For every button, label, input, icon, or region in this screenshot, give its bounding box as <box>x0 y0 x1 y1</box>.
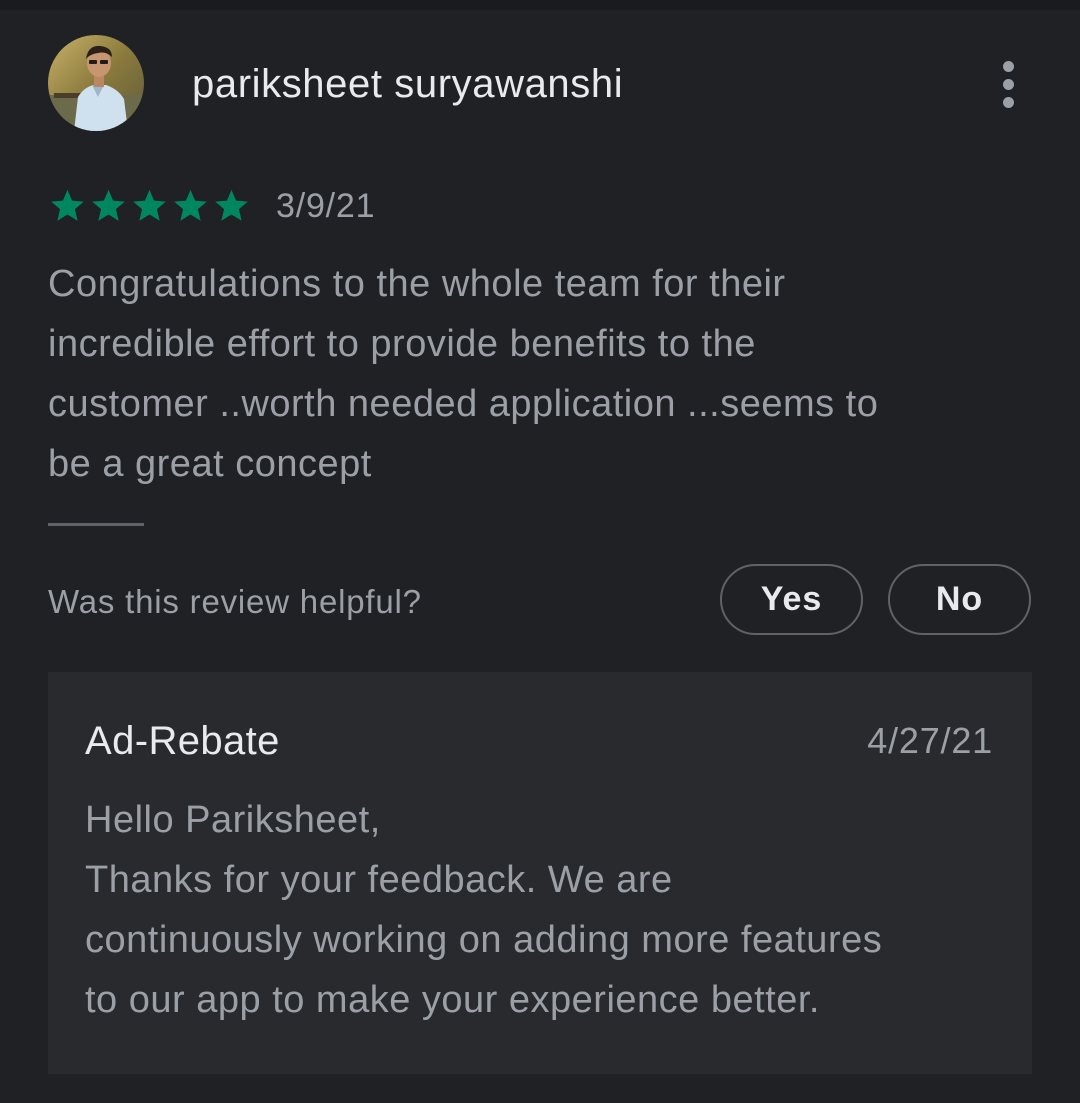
developer-name: Ad-Rebate <box>85 719 280 763</box>
review-text-line: Congratulations to the whole team for th… <box>48 263 786 305</box>
star-icon <box>171 187 210 225</box>
review-text: Congratulations to the whole team for th… <box>48 254 1028 494</box>
rating-row: 3/9/21 <box>48 186 375 226</box>
review-text-line: incredible effort to provide benefits to… <box>48 323 756 365</box>
star-icon <box>130 187 169 225</box>
user-photo-avatar-icon <box>48 35 144 131</box>
star-icon <box>48 187 87 225</box>
more-vert-icon-dot <box>1002 96 1014 108</box>
reply-text: Hello Pariksheet, Thanks for your feedbac… <box>85 790 1015 1030</box>
reply-text-line: continuously working on adding more feat… <box>85 919 883 961</box>
reply-text-line: Hello Pariksheet, <box>85 799 381 841</box>
divider <box>48 523 144 526</box>
yes-button[interactable]: Yes <box>720 564 863 635</box>
no-button[interactable]: No <box>888 564 1031 635</box>
review-text-line: customer ..worth needed application ...s… <box>48 383 879 425</box>
author-name: pariksheet suryawanshi <box>192 62 624 106</box>
star-icon <box>212 187 251 225</box>
avatar[interactable] <box>48 35 144 131</box>
star-rating <box>48 187 251 225</box>
review-card: pariksheet suryawanshi 3/9/21 Congratula… <box>0 0 1080 1103</box>
review-text-line: be a great concept <box>48 443 372 485</box>
reply-text-line: to our app to make your experience bette… <box>85 979 820 1021</box>
review-date: 3/9/21 <box>276 187 376 225</box>
star-icon <box>89 187 128 225</box>
reply-date: 4/27/21 <box>867 720 993 761</box>
helpful-question: Was this review helpful? <box>48 583 422 620</box>
more-vert-icon <box>1002 60 1014 72</box>
more-options-button[interactable] <box>986 56 1030 112</box>
developer-reply: Ad-Rebate 4/27/21 Hello Pariksheet, Thank… <box>48 672 1032 1074</box>
reply-text-line: Thanks for your feedback. We are <box>85 859 673 901</box>
more-vert-icon-dot <box>1002 78 1014 90</box>
